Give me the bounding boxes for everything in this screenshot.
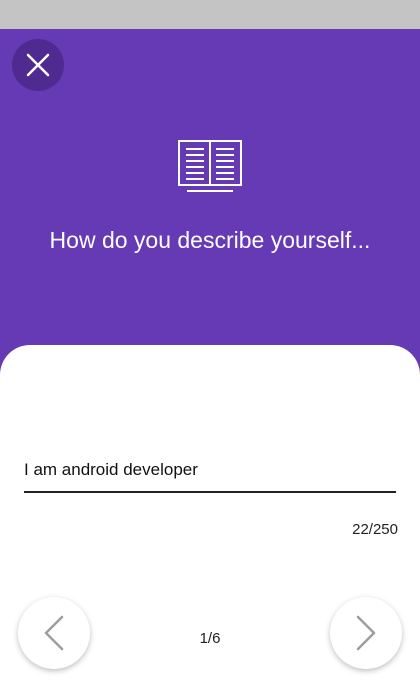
- chevron-left-icon: [44, 615, 64, 651]
- answer-input[interactable]: [24, 457, 396, 493]
- question-title: How do you describe yourself...: [49, 227, 371, 253]
- character-counter: 22/250: [352, 521, 398, 538]
- chevron-right-icon: [356, 615, 376, 651]
- next-button[interactable]: [330, 597, 402, 669]
- status-bar: [0, 0, 420, 29]
- open-book-icon: [177, 139, 243, 195]
- answer-card: 22/250 1/6: [0, 345, 420, 700]
- close-icon: [26, 53, 50, 77]
- previous-button[interactable]: [18, 597, 90, 669]
- question-header: How do you describe yourself...: [0, 29, 420, 389]
- close-button[interactable]: [12, 39, 64, 91]
- page-indicator: 1/6: [199, 630, 221, 647]
